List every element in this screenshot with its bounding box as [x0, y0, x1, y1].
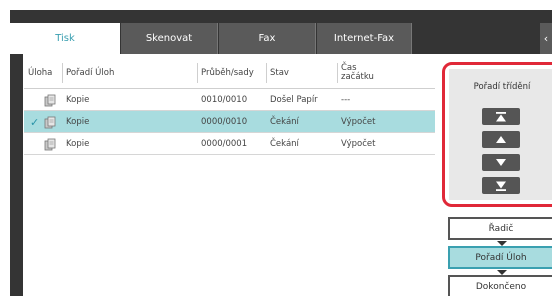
table-header: Úloha Pořadí Úloh Průběh/sady Stav Čas z…	[24, 57, 435, 89]
job-name: Kopie	[66, 117, 90, 127]
copy-job-icon	[44, 89, 56, 111]
tab-fax[interactable]: Fax	[219, 23, 316, 54]
job-progress: 0000/0001	[201, 139, 248, 149]
sort-order-highlight: Pořadí třídění	[442, 62, 552, 207]
move-to-bottom-button[interactable]	[482, 177, 520, 194]
job-table: Úloha Pořadí Úloh Průběh/sady Stav Čas z…	[24, 57, 435, 155]
move-up-button[interactable]	[482, 131, 520, 148]
copy-job-icon	[44, 133, 56, 155]
tab-internet-fax[interactable]: Internet-Fax	[317, 23, 412, 54]
chevron-left-icon: ‹	[543, 32, 549, 45]
sort-order-panel: Pořadí třídění	[449, 69, 552, 200]
job-status: Došel Papír	[270, 95, 318, 105]
job-progress: 0010/0010	[201, 95, 248, 105]
arrow-up-icon	[496, 136, 506, 143]
tab-scan[interactable]: Skenovat	[121, 23, 218, 54]
table-row[interactable]: Kopie 0010/0010 Došel Papír ---	[24, 89, 435, 111]
move-down-button[interactable]	[482, 154, 520, 171]
job-status: Čekání	[270, 139, 299, 149]
table-row[interactable]: ✓ Kopie 0000/0010 Čekání Výpočet	[24, 111, 435, 133]
tab-print[interactable]: Tisk	[10, 23, 120, 54]
job-name: Kopie	[66, 95, 90, 105]
sort-order-title: Pořadí třídění	[473, 82, 531, 92]
arrow-down-icon	[496, 159, 506, 166]
col-header-progress: Průběh/sady	[197, 57, 254, 89]
job-start-time: Výpočet	[341, 139, 376, 149]
table-row[interactable]: Kopie 0000/0001 Čekání Výpočet	[24, 133, 435, 155]
job-status-screen: Tisk Skenovat Fax Internet-Fax ‹ Úloha P…	[10, 10, 552, 296]
job-progress: 0000/0010	[201, 117, 248, 127]
move-to-top-icon	[496, 111, 506, 121]
col-header-status: Stav	[266, 57, 289, 89]
job-start-time: Výpočet	[341, 117, 376, 127]
move-to-bottom-icon	[496, 181, 506, 191]
col-header-job: Úloha	[28, 67, 53, 78]
checkmark-icon: ✓	[30, 115, 40, 129]
job-start-time: ---	[341, 95, 351, 105]
move-to-top-button[interactable]	[482, 108, 520, 125]
collapse-panel-button[interactable]: ‹	[540, 23, 552, 54]
job-list-panel: Úloha Pořadí Úloh Průběh/sady Stav Čas z…	[23, 54, 552, 296]
controller-button[interactable]: Řadič	[448, 217, 552, 240]
completed-button[interactable]: Dokončeno	[448, 275, 552, 296]
job-name: Kopie	[66, 139, 90, 149]
col-header-start-line2: začátku	[341, 72, 374, 82]
copy-job-icon	[44, 111, 56, 133]
job-order-button[interactable]: Pořadí Úloh	[448, 246, 552, 269]
col-header-start-time: Čas začátku	[337, 57, 374, 89]
col-header-order: Pořadí Úloh	[61, 57, 114, 89]
job-status: Čekání	[270, 117, 299, 127]
